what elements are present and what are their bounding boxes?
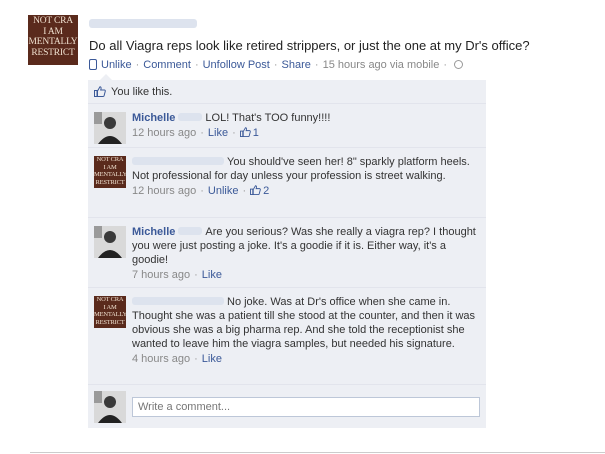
badge-line: MENTALLY <box>28 37 78 47</box>
badge-line: MENTALLY <box>94 311 126 319</box>
badge-line: RESTRICT <box>95 318 125 326</box>
commenter-avatar[interactable]: NOT CRA I AM MENTALLY RESTRICT <box>94 156 126 188</box>
comment-like-link[interactable]: Like <box>208 127 228 139</box>
post-timestamp[interactable]: 15 hours ago via mobile <box>323 59 440 71</box>
separator: · <box>135 59 140 71</box>
separator: · <box>273 59 278 71</box>
comment-meta: 4 hours ago · Like <box>132 352 477 366</box>
comment-time[interactable]: 12 hours ago <box>132 185 196 197</box>
person-photo-icon <box>94 112 126 144</box>
commenter-name-blurred[interactable] <box>132 157 224 165</box>
comment-meta: 12 hours ago · Unlike · 2 <box>132 184 477 198</box>
share-link[interactable]: Share <box>282 59 311 71</box>
comment-time[interactable]: 4 hours ago <box>132 353 190 365</box>
thumbs-up-icon <box>250 185 261 195</box>
commenter-name[interactable]: Michelle <box>132 226 175 238</box>
separator: · <box>194 269 198 281</box>
comment-item: NOT CRA I AM MENTALLY RESTRICT No joke. … <box>88 287 486 385</box>
badge-line: MENTALLY <box>94 171 126 179</box>
post-author-avatar[interactable]: NOT CRA I AM MENTALLY RESTRICT <box>28 15 78 65</box>
comment-time[interactable]: 7 hours ago <box>132 269 190 281</box>
commenter-avatar[interactable] <box>94 226 126 258</box>
comment-link[interactable]: Comment <box>143 59 191 71</box>
comment-unlike-link[interactable]: Unlike <box>208 185 239 197</box>
bottom-divider <box>30 452 605 453</box>
comment-like-link[interactable]: Like <box>202 353 222 365</box>
comment-body: Michelle Are you serious? Was she really … <box>132 225 477 282</box>
separator: · <box>200 185 204 197</box>
thumbs-up-icon <box>239 127 251 137</box>
thumbs-up-icon <box>94 86 106 97</box>
unfollow-post-link[interactable]: Unfollow Post <box>203 59 270 71</box>
separator: · <box>194 59 199 71</box>
comments-panel: You like this. Michelle LOL! That's TOO f… <box>88 80 486 428</box>
comment-like-count[interactable]: 1 <box>239 127 259 139</box>
comment-body: You should've seen her! 8" sparkly platf… <box>132 155 477 198</box>
badge-line: I AM <box>43 26 63 37</box>
separator: · <box>443 59 448 71</box>
badge-line: RESTRICT <box>95 178 125 186</box>
person-photo-icon <box>94 226 126 258</box>
commenter-surname-blurred <box>178 227 203 235</box>
like-count-value: 2 <box>263 185 270 197</box>
comment-meta: 7 hours ago · Like <box>132 268 477 282</box>
likes-summary-text: You like this. <box>111 86 173 98</box>
commenter-surname-blurred <box>178 113 203 121</box>
mobile-phone-icon <box>89 59 97 70</box>
badge-line: RESTRICT <box>31 47 75 58</box>
commenter-avatar[interactable] <box>94 112 126 144</box>
separator: · <box>314 59 319 71</box>
badge-line: NOT CRA <box>96 156 124 163</box>
globe-icon[interactable] <box>454 60 464 69</box>
commenter-avatar[interactable]: NOT CRA I AM MENTALLY RESTRICT <box>94 296 126 328</box>
likes-summary-row: You like this. <box>88 80 486 103</box>
separator: · <box>200 127 204 139</box>
badge-line: I AM <box>103 163 117 171</box>
comment-like-count[interactable]: 2 <box>250 185 269 197</box>
comment-body: No joke. Was at Dr's office when she cam… <box>132 295 477 366</box>
commenter-name[interactable]: Michelle <box>132 112 175 124</box>
post-author-name-blurred[interactable] <box>89 19 197 28</box>
comment-item: Michelle Are you serious? Was she really … <box>88 217 486 288</box>
comment-time[interactable]: 12 hours ago <box>132 127 196 139</box>
comment-like-link[interactable]: Like <box>202 269 222 281</box>
separator: · <box>232 127 236 139</box>
separator: · <box>194 353 198 365</box>
current-user-avatar <box>94 391 126 423</box>
comment-composer-row: Write a comment... <box>88 384 486 429</box>
like-count-value: 1 <box>252 127 259 139</box>
post-message: Do all Viagra reps look like retired str… <box>89 38 530 53</box>
person-photo-icon <box>94 391 126 423</box>
comment-body: Michelle LOL! That's TOO funny!!!! 12 hou… <box>132 111 477 140</box>
badge-line: I AM <box>103 303 117 311</box>
commenter-name-blurred[interactable] <box>132 297 224 305</box>
badge-line: NOT CRA <box>33 16 73 26</box>
comment-item: Michelle LOL! That's TOO funny!!!! 12 hou… <box>88 103 486 148</box>
comment-item: NOT CRA I AM MENTALLY RESTRICT You shoul… <box>88 147 486 218</box>
separator: · <box>242 185 247 197</box>
unlike-post-link[interactable]: Unlike <box>101 59 132 71</box>
comment-meta: 12 hours ago · Like · 1 <box>132 126 477 140</box>
post-action-bar: Unlike · Comment · Unfollow Post · Share · 15 ho… <box>89 59 464 71</box>
comment-text: LOL! That's TOO funny!!!! <box>205 112 331 124</box>
write-comment-input[interactable]: Write a comment... <box>132 397 480 417</box>
badge-line: NOT CRA <box>96 296 124 303</box>
